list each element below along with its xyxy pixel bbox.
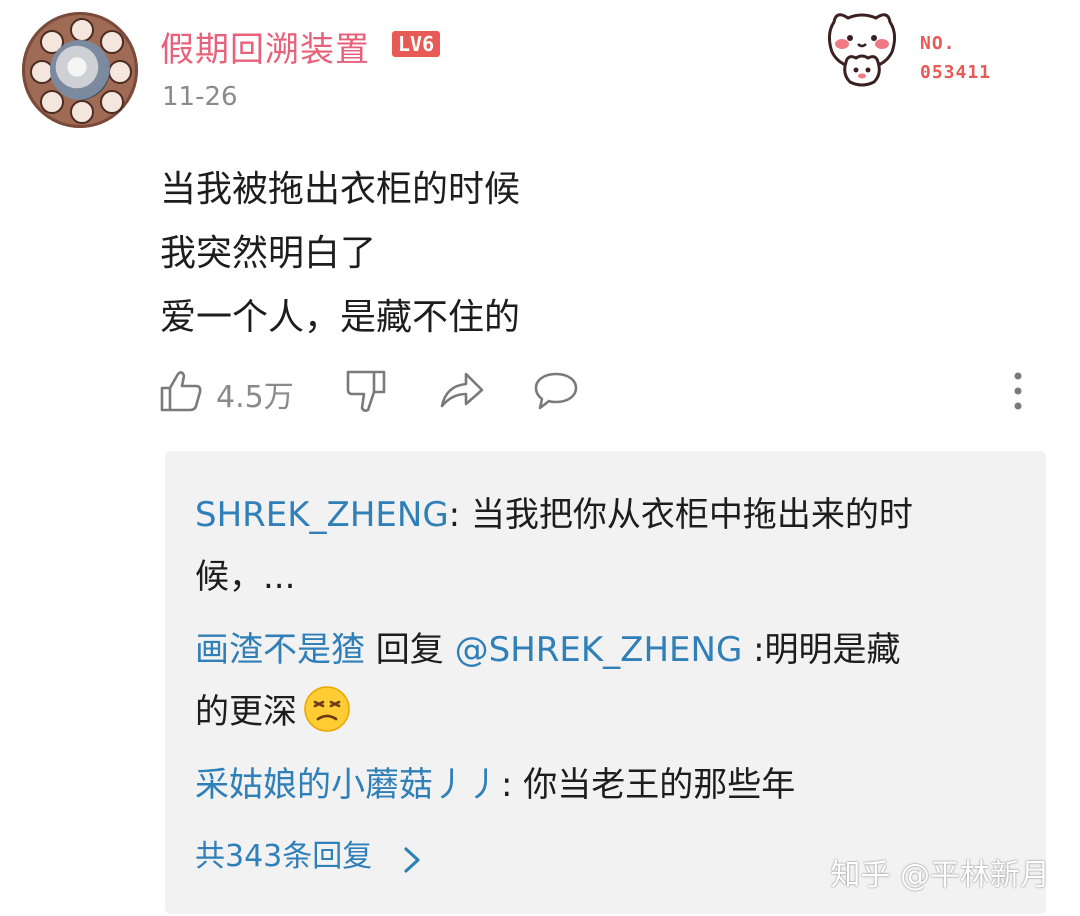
username[interactable]: 假期回溯装置: [160, 22, 370, 71]
reply-item[interactable]: SHREK_ZHENG: 当我把你从衣柜中拖出来的时: [195, 484, 913, 546]
post-content-line: 当我被拖出衣柜的时候: [160, 169, 521, 210]
post-content-line: 我突然明白了: [160, 233, 377, 274]
fan-badge-icon: [827, 13, 897, 87]
thumbs-up-icon[interactable]: [158, 368, 204, 414]
reply-separator: :: [501, 765, 524, 805]
more-options-icon[interactable]: [1005, 370, 1031, 412]
comment-icon[interactable]: [532, 370, 580, 412]
reply-target[interactable]: @SHREK_ZHENG: [455, 630, 743, 670]
reply-item[interactable]: 画渣不是猹 回复 @SHREK_ZHENG :明明是藏: [195, 619, 901, 681]
grimacing-face-emoji-icon: [304, 686, 350, 732]
reply-word: 回复: [365, 630, 455, 670]
reply-author[interactable]: 采姑娘的小蘑菇丿丿: [195, 765, 501, 805]
reply-text: :明明是藏: [742, 630, 901, 670]
share-icon[interactable]: [438, 368, 486, 414]
fan-number-label: NO.: [920, 33, 956, 54]
reply-separator: :: [448, 495, 471, 535]
watermark: 知乎 @平林新月: [830, 858, 1050, 893]
chevron-right-icon[interactable]: [401, 846, 423, 874]
reply-text: 当我把你从衣柜中拖出来的时: [470, 495, 913, 535]
view-all-replies-link[interactable]: 共343条回复: [195, 827, 372, 887]
replies-box: SHREK_ZHENG: 当我把你从衣柜中拖出来的时 候，... 画渣不是猹 回…: [165, 451, 1046, 914]
post-content-line: 爱一个人，是藏不住的: [160, 297, 521, 338]
reply-text: 你当老王的那些年: [523, 765, 796, 805]
thumbs-down-icon[interactable]: [344, 368, 390, 414]
reply-author[interactable]: SHREK_ZHENG: [195, 495, 449, 535]
like-count: 4.5万: [216, 380, 294, 415]
avatar[interactable]: [22, 12, 138, 128]
level-badge: LV6: [392, 31, 441, 57]
reply-text: 候，...: [195, 557, 296, 597]
reply-text-line: 的更深: [195, 681, 351, 743]
reply-text: 的更深: [195, 692, 297, 732]
reply-item[interactable]: 采姑娘的小蘑菇丿丿: 你当老王的那些年: [195, 754, 795, 816]
fan-number: 053411: [920, 62, 992, 83]
post-date: 11-26: [162, 82, 238, 112]
reply-author[interactable]: 画渣不是猹: [195, 630, 365, 670]
